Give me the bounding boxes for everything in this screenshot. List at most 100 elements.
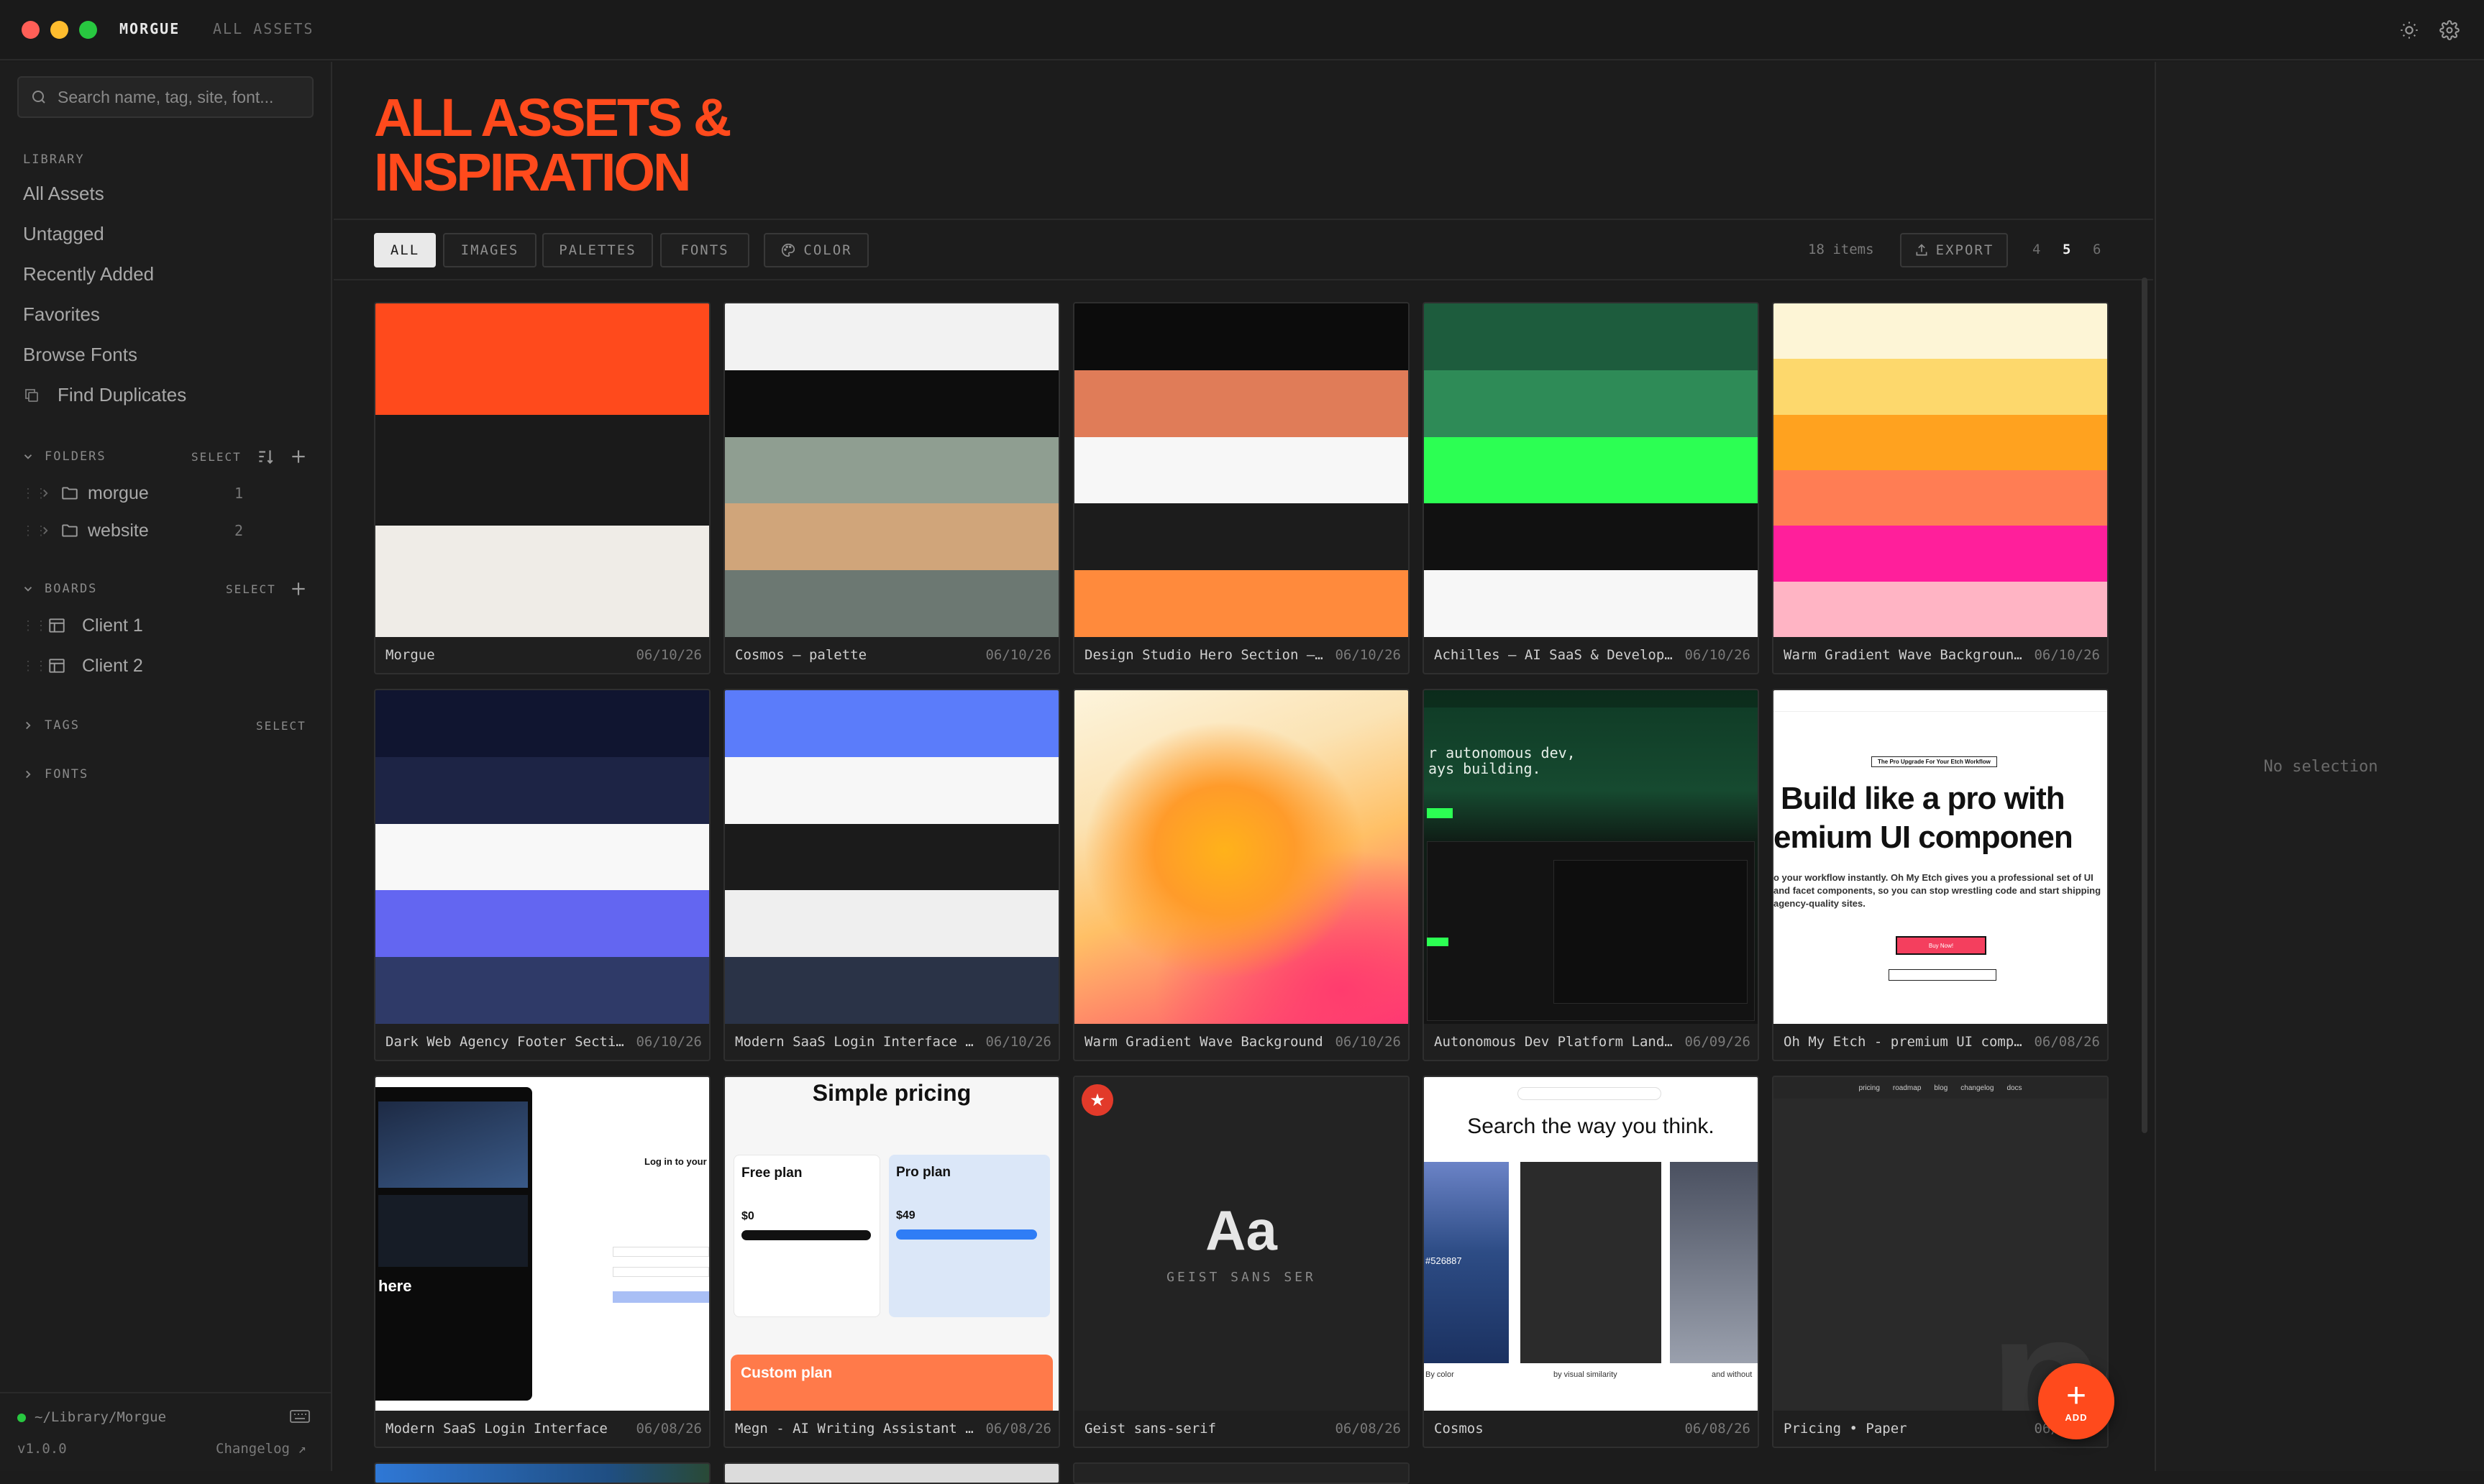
sidebar-item-find-duplicates[interactable]: Find Duplicates: [23, 384, 186, 406]
buy-now-button: Buy Now!: [1896, 936, 1986, 955]
asset-card[interactable]: r autonomous dev, ays building. Autonomo…: [1423, 689, 1759, 1061]
export-label: EXPORT: [1935, 242, 1994, 258]
website-screenshot-thumbnail: pricing roadmap blog changelog docs pe: [1773, 1077, 2107, 1411]
board-item-client-1[interactable]: ⋮⋮ Client 1: [22, 611, 309, 640]
asset-card[interactable]: Morgue 06/10/26: [374, 302, 711, 674]
settings-button[interactable]: [2435, 16, 2464, 45]
upload-icon: [1916, 244, 1927, 256]
add-asset-button[interactable]: + ADD: [2038, 1363, 2114, 1439]
boards-section-header[interactable]: BOARDS SELECT: [22, 578, 309, 600]
add-folder-icon[interactable]: [289, 447, 308, 466]
item-count: 18 items: [1808, 242, 1874, 257]
boards-select-button[interactable]: SELECT: [226, 582, 276, 596]
sidebar-item-browse-fonts[interactable]: Browse Fonts: [23, 344, 137, 366]
asset-card[interactable]: Achilles — AI SaaS & Develope… 06/10/26: [1423, 302, 1759, 674]
gradient-image-thumbnail: [1074, 690, 1408, 1024]
chevron-right-icon[interactable]: [39, 524, 52, 537]
palette-swatch: [725, 303, 1059, 370]
tags-section-header[interactable]: TAGS SELECT: [22, 715, 309, 736]
asset-date: 06/10/26: [985, 1034, 1051, 1050]
hex-label: #526887: [1425, 1255, 1462, 1266]
columns-6-button[interactable]: 6: [2093, 242, 2101, 257]
board-item-client-2[interactable]: ⋮⋮ Client 2: [22, 651, 309, 680]
palette-thumbnail: [1074, 303, 1408, 637]
hero-line-2: ays building.: [1428, 760, 1541, 777]
folders-section-header[interactable]: FOLDERS SELECT: [22, 446, 309, 467]
drag-handle-icon[interactable]: ⋮⋮: [22, 618, 47, 633]
maximize-window-button[interactable]: [79, 21, 97, 39]
asset-card[interactable]: Design Studio Hero Section — … 06/10/26: [1073, 302, 1410, 674]
add-board-icon[interactable]: [289, 580, 308, 598]
asset-date: 06/10/26: [1335, 647, 1401, 663]
sidebar-item-favorites[interactable]: Favorites: [23, 303, 100, 326]
palette-swatch: [1424, 570, 1758, 637]
fonts-section-header[interactable]: FONTS: [22, 764, 309, 785]
sidebar-item-untagged[interactable]: Untagged: [23, 223, 104, 245]
asset-card[interactable]: Dark Web Agency Footer Sectio… 06/10/26: [374, 689, 711, 1061]
plan-name: Custom plan: [741, 1365, 833, 1381]
folder-count: 2: [234, 522, 244, 539]
title-bar: MORGUE ALL ASSETS: [0, 0, 2484, 60]
sun-icon: [2401, 22, 2418, 39]
board-icon: [49, 618, 65, 633]
filter-palettes-button[interactable]: PALETTES: [542, 233, 653, 267]
columns-4-button[interactable]: 4: [2032, 242, 2040, 257]
plus-icon: +: [2065, 1376, 2087, 1415]
asset-card[interactable]: Modern SaaS Login Interface —… 06/10/26: [723, 689, 1060, 1061]
asset-card[interactable]: ★ Aa GEIST SANS SER Geist sans-serif 06/0…: [1073, 1076, 1410, 1448]
sidebar-item-all-assets[interactable]: All Assets: [23, 183, 104, 205]
hero-line-1: r autonomous dev,: [1428, 744, 1576, 761]
asset-card[interactable]: [374, 1462, 711, 1484]
asset-date: 06/08/26: [1335, 1421, 1401, 1437]
caption-2: by visual similarity: [1553, 1370, 1617, 1379]
asset-card[interactable]: Cosmos — palette 06/10/26: [723, 302, 1060, 674]
search-box[interactable]: [17, 76, 314, 118]
palette-swatch: [725, 370, 1059, 437]
chevron-right-icon[interactable]: [39, 487, 52, 500]
filter-all-button[interactable]: ALL: [374, 233, 436, 267]
asset-date: 06/10/26: [1684, 647, 1750, 663]
folder-item-morgue[interactable]: ⋮⋮ morgue 1: [22, 479, 309, 508]
plan-price: $49: [896, 1209, 915, 1222]
close-window-button[interactable]: [22, 21, 40, 39]
grid-scrollbar[interactable]: [2142, 278, 2147, 1133]
filter-fonts-button[interactable]: FONTS: [660, 233, 749, 267]
app-version: v1.0.0: [17, 1441, 67, 1457]
keyboard-icon[interactable]: [289, 1408, 311, 1425]
sort-icon[interactable]: [256, 447, 275, 466]
asset-card[interactable]: [1073, 1462, 1410, 1484]
inspector-panel: No selection: [2155, 62, 2484, 1471]
asset-card[interactable]: Search the way you think. #526887 By col…: [1423, 1076, 1759, 1448]
board-name: Client 1: [82, 615, 143, 636]
folder-name: website: [88, 520, 149, 541]
drag-handle-icon[interactable]: ⋮⋮: [22, 486, 47, 501]
palette-swatch: [725, 690, 1059, 757]
minimize-window-button[interactable]: [50, 21, 68, 39]
search-input[interactable]: [58, 87, 309, 107]
palette-swatch: [375, 823, 709, 891]
tags-select-button[interactable]: SELECT: [256, 719, 306, 733]
folder-item-website[interactable]: ⋮⋮ website 2: [22, 516, 309, 545]
asset-card[interactable]: Simple pricing Free plan $0 Pro plan $49…: [723, 1076, 1060, 1448]
filter-images-button[interactable]: IMAGES: [443, 233, 536, 267]
asset-card[interactable]: Warm Gradient Wave Background… 06/10/26: [1772, 302, 2109, 674]
asset-card[interactable]: Warm Gradient Wave Background 06/10/26: [1073, 689, 1410, 1061]
asset-card[interactable]: The Pro Upgrade For Your Etch Workflow B…: [1772, 689, 2109, 1061]
drag-handle-icon[interactable]: ⋮⋮: [22, 523, 47, 539]
sidebar-item-recently-added[interactable]: Recently Added: [23, 263, 154, 285]
asset-card[interactable]: [723, 1462, 1060, 1484]
filter-color-button[interactable]: COLOR: [764, 233, 869, 267]
promo-badge: The Pro Upgrade For Your Etch Workflow: [1871, 756, 1997, 767]
asset-card[interactable]: here Log in to your o Modern SaaS Login …: [374, 1076, 711, 1448]
library-path[interactable]: ~/Library/Morgue: [35, 1409, 166, 1425]
theme-toggle-button[interactable]: [2395, 16, 2424, 45]
folders-select-button[interactable]: SELECT: [191, 450, 242, 464]
drag-handle-icon[interactable]: ⋮⋮: [22, 659, 47, 674]
export-button[interactable]: EXPORT: [1900, 233, 2008, 267]
palette-swatch: [1074, 503, 1408, 571]
hero-line-1: Build like a pro with: [1781, 781, 2065, 816]
palette-icon: [782, 243, 795, 257]
changelog-link[interactable]: Changelog ↗: [216, 1441, 306, 1457]
favorite-star-icon[interactable]: ★: [1082, 1084, 1113, 1116]
columns-5-button[interactable]: 5: [2063, 242, 2070, 257]
